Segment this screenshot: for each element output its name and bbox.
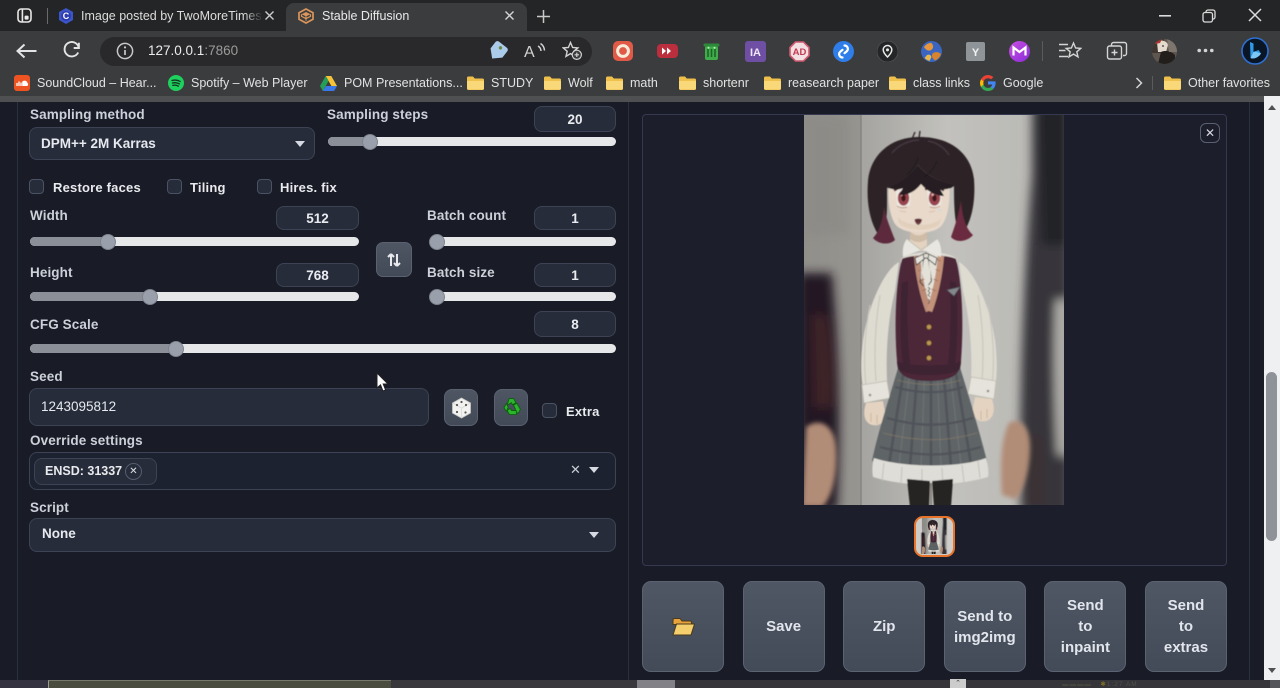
svg-text:AD: AD xyxy=(793,47,807,58)
svg-text:Y: Y xyxy=(972,47,980,59)
svg-text:C: C xyxy=(63,11,70,21)
svg-text:IA: IA xyxy=(750,47,761,59)
svg-text:A: A xyxy=(524,44,535,61)
